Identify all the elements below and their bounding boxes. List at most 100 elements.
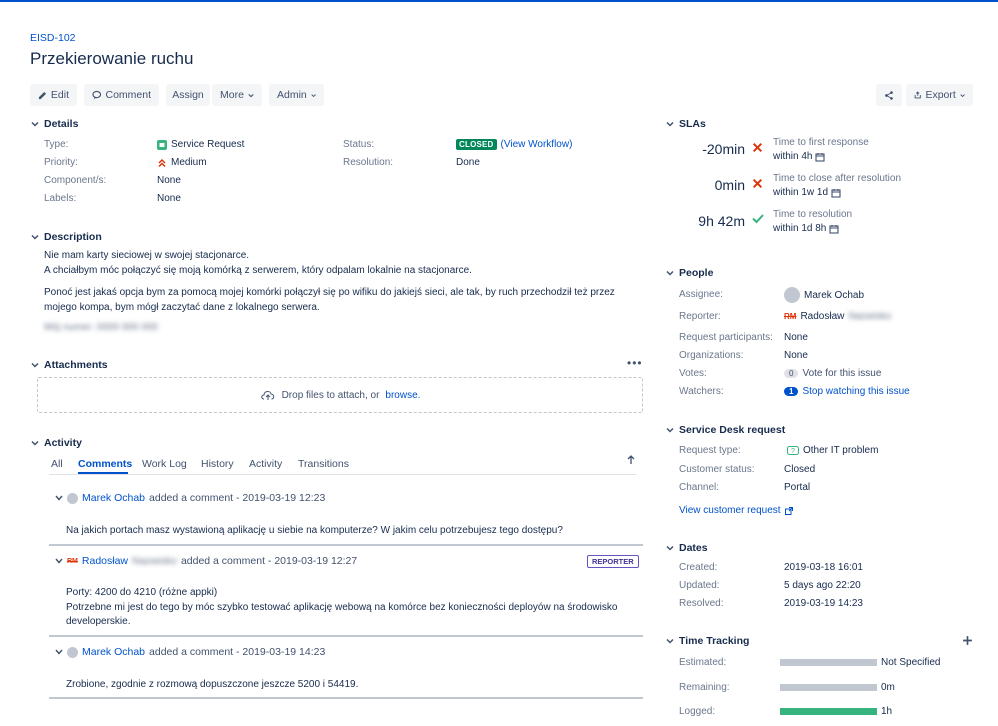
comment-author-link[interactable]: Radosław: [82, 555, 128, 567]
comment-text: Na jakich portach masz wystawioną aplika…: [66, 525, 563, 536]
sla-remaining-time: -20min: [702, 141, 745, 157]
chevron-down-icon: [960, 93, 965, 97]
organizations-value: None: [784, 350, 808, 361]
assign-label: Assign: [172, 89, 204, 101]
edit-button[interactable]: Edit: [30, 84, 77, 106]
watchers-count-badge: 1: [784, 387, 799, 396]
sort-up-arrow-icon[interactable]: [626, 454, 636, 465]
watchers-value: 1 Stop watching this issue: [784, 386, 910, 397]
attachments-heading: Attachments: [44, 359, 108, 371]
remaining-value: 0m: [881, 682, 895, 693]
assignee-name[interactable]: Marek Ochab: [804, 290, 864, 301]
components-label: Component/s:: [44, 175, 107, 186]
chevron-down-icon: [666, 427, 674, 433]
details-section-toggle[interactable]: Details: [31, 118, 78, 130]
tab-all[interactable]: All: [51, 458, 63, 470]
chevron-down-icon: [31, 121, 39, 127]
service-desk-section-toggle[interactable]: Service Desk request: [666, 424, 785, 436]
time-tracking-section-toggle[interactable]: Time Tracking: [666, 635, 749, 647]
sla-goal: within 1w 1d: [773, 187, 829, 198]
details-heading: Details: [44, 118, 79, 130]
tab-activity[interactable]: Activity: [249, 458, 282, 470]
chevron-down-icon[interactable]: [55, 649, 63, 655]
type-value: Service Request: [157, 139, 244, 150]
assign-button[interactable]: Assign: [166, 84, 210, 106]
comment-text: developerskie.: [66, 616, 131, 627]
sla-name: Time to close after resolution: [773, 173, 902, 184]
stop-watching-link[interactable]: Stop watching this issue: [802, 386, 909, 397]
attachment-dropzone[interactable]: Drop files to attach, or browse.: [37, 377, 643, 413]
tab-work-log[interactable]: Work Log: [142, 458, 187, 470]
svg-text:?: ?: [791, 448, 795, 455]
reporter-badge: REPORTER: [587, 555, 639, 568]
type-label: Type:: [44, 139, 69, 150]
chevron-down-icon[interactable]: [55, 558, 63, 564]
estimated-label: Estimated:: [679, 657, 727, 668]
issue-key-link[interactable]: EISD-102: [30, 32, 76, 44]
people-section-toggle[interactable]: People: [666, 267, 713, 279]
comment-button[interactable]: Comment: [84, 84, 159, 106]
comment-separator: [49, 697, 643, 699]
activity-section-toggle[interactable]: Activity: [31, 437, 82, 449]
resolution-value: Done: [456, 157, 480, 168]
browse-link[interactable]: browse.: [385, 390, 420, 401]
share-button[interactable]: [876, 84, 902, 106]
priority-label: Priority:: [44, 157, 78, 168]
vote-link[interactable]: Vote for this issue: [802, 368, 881, 379]
more-button[interactable]: More: [212, 84, 262, 106]
sla-goal: within 4h: [773, 151, 813, 162]
export-button[interactable]: Export: [906, 84, 973, 106]
attachments-section-toggle[interactable]: Attachments: [31, 359, 108, 371]
priority-value: Medium: [157, 157, 207, 168]
slas-section-toggle[interactable]: SLAs: [666, 118, 706, 130]
comment-meta: added a comment - 2019-03-19 12:23: [149, 492, 326, 504]
votes-count-badge: 0: [784, 369, 799, 378]
tab-history[interactable]: History: [201, 458, 234, 470]
activity-heading: Activity: [44, 437, 82, 449]
customer-status-value: Closed: [784, 464, 816, 475]
chevron-down-icon: [311, 93, 316, 97]
reporter-avatar: RM: [784, 312, 797, 321]
chevron-down-icon: [31, 362, 39, 368]
more-options-icon[interactable]: •••: [627, 356, 643, 370]
chevron-down-icon: [248, 93, 254, 97]
tabs-divider: [49, 474, 636, 475]
remaining-label: Remaining:: [679, 682, 730, 693]
view-customer-request-text[interactable]: View customer request: [679, 505, 781, 516]
created-value: 2019-03-18 16:01: [784, 562, 863, 573]
description-heading: Description: [44, 231, 102, 243]
admin-button[interactable]: Admin: [269, 84, 324, 106]
dates-section-toggle[interactable]: Dates: [666, 542, 708, 554]
add-icon[interactable]: [962, 635, 973, 646]
external-link-icon: [784, 506, 793, 515]
logged-label: Logged:: [679, 706, 716, 717]
view-customer-request-link[interactable]: View customer request: [679, 505, 793, 516]
sla-item: Time to first response within 4h: [773, 136, 869, 164]
dates-heading: Dates: [679, 542, 708, 554]
comment-author-link[interactable]: Marek Ochab: [82, 492, 145, 504]
type-text: Service Request: [171, 139, 245, 150]
comment-meta: added a comment - 2019-03-19 12:27: [180, 555, 358, 567]
comment-author-redacted: Nazwisko: [132, 555, 177, 567]
reporter-name-redacted: Nazwisko: [848, 311, 892, 322]
view-workflow-link[interactable]: (View Workflow): [501, 139, 573, 150]
sla-item: Time to close after resolution within 1w…: [773, 172, 901, 200]
tab-transitions[interactable]: Transitions: [298, 458, 349, 470]
description-section-toggle[interactable]: Description: [31, 231, 102, 243]
comment-header: RM Radosław Nazwisko added a comment - 2…: [55, 555, 357, 567]
chevron-down-icon: [31, 234, 39, 240]
sla-name: Time to first response: [773, 137, 869, 148]
tab-comments[interactable]: Comments: [78, 458, 132, 470]
reporter-name[interactable]: Radosław: [800, 311, 844, 322]
chevron-down-icon[interactable]: [55, 495, 63, 501]
chevron-down-icon: [666, 270, 674, 276]
page-title[interactable]: Przekierowanie ruchu: [30, 49, 193, 69]
share-icon: [885, 90, 893, 100]
comment-author-link[interactable]: Marek Ochab: [82, 646, 145, 658]
description-line: mojego kompa, bym mógł zaczytać dane z l…: [44, 302, 320, 313]
components-value: None: [157, 175, 181, 186]
labels-label: Labels:: [44, 193, 77, 204]
status-label: Status:: [343, 139, 375, 150]
comment-header: Marek Ochab added a comment - 2019-03-19…: [55, 646, 325, 658]
participants-value: None: [784, 332, 808, 343]
